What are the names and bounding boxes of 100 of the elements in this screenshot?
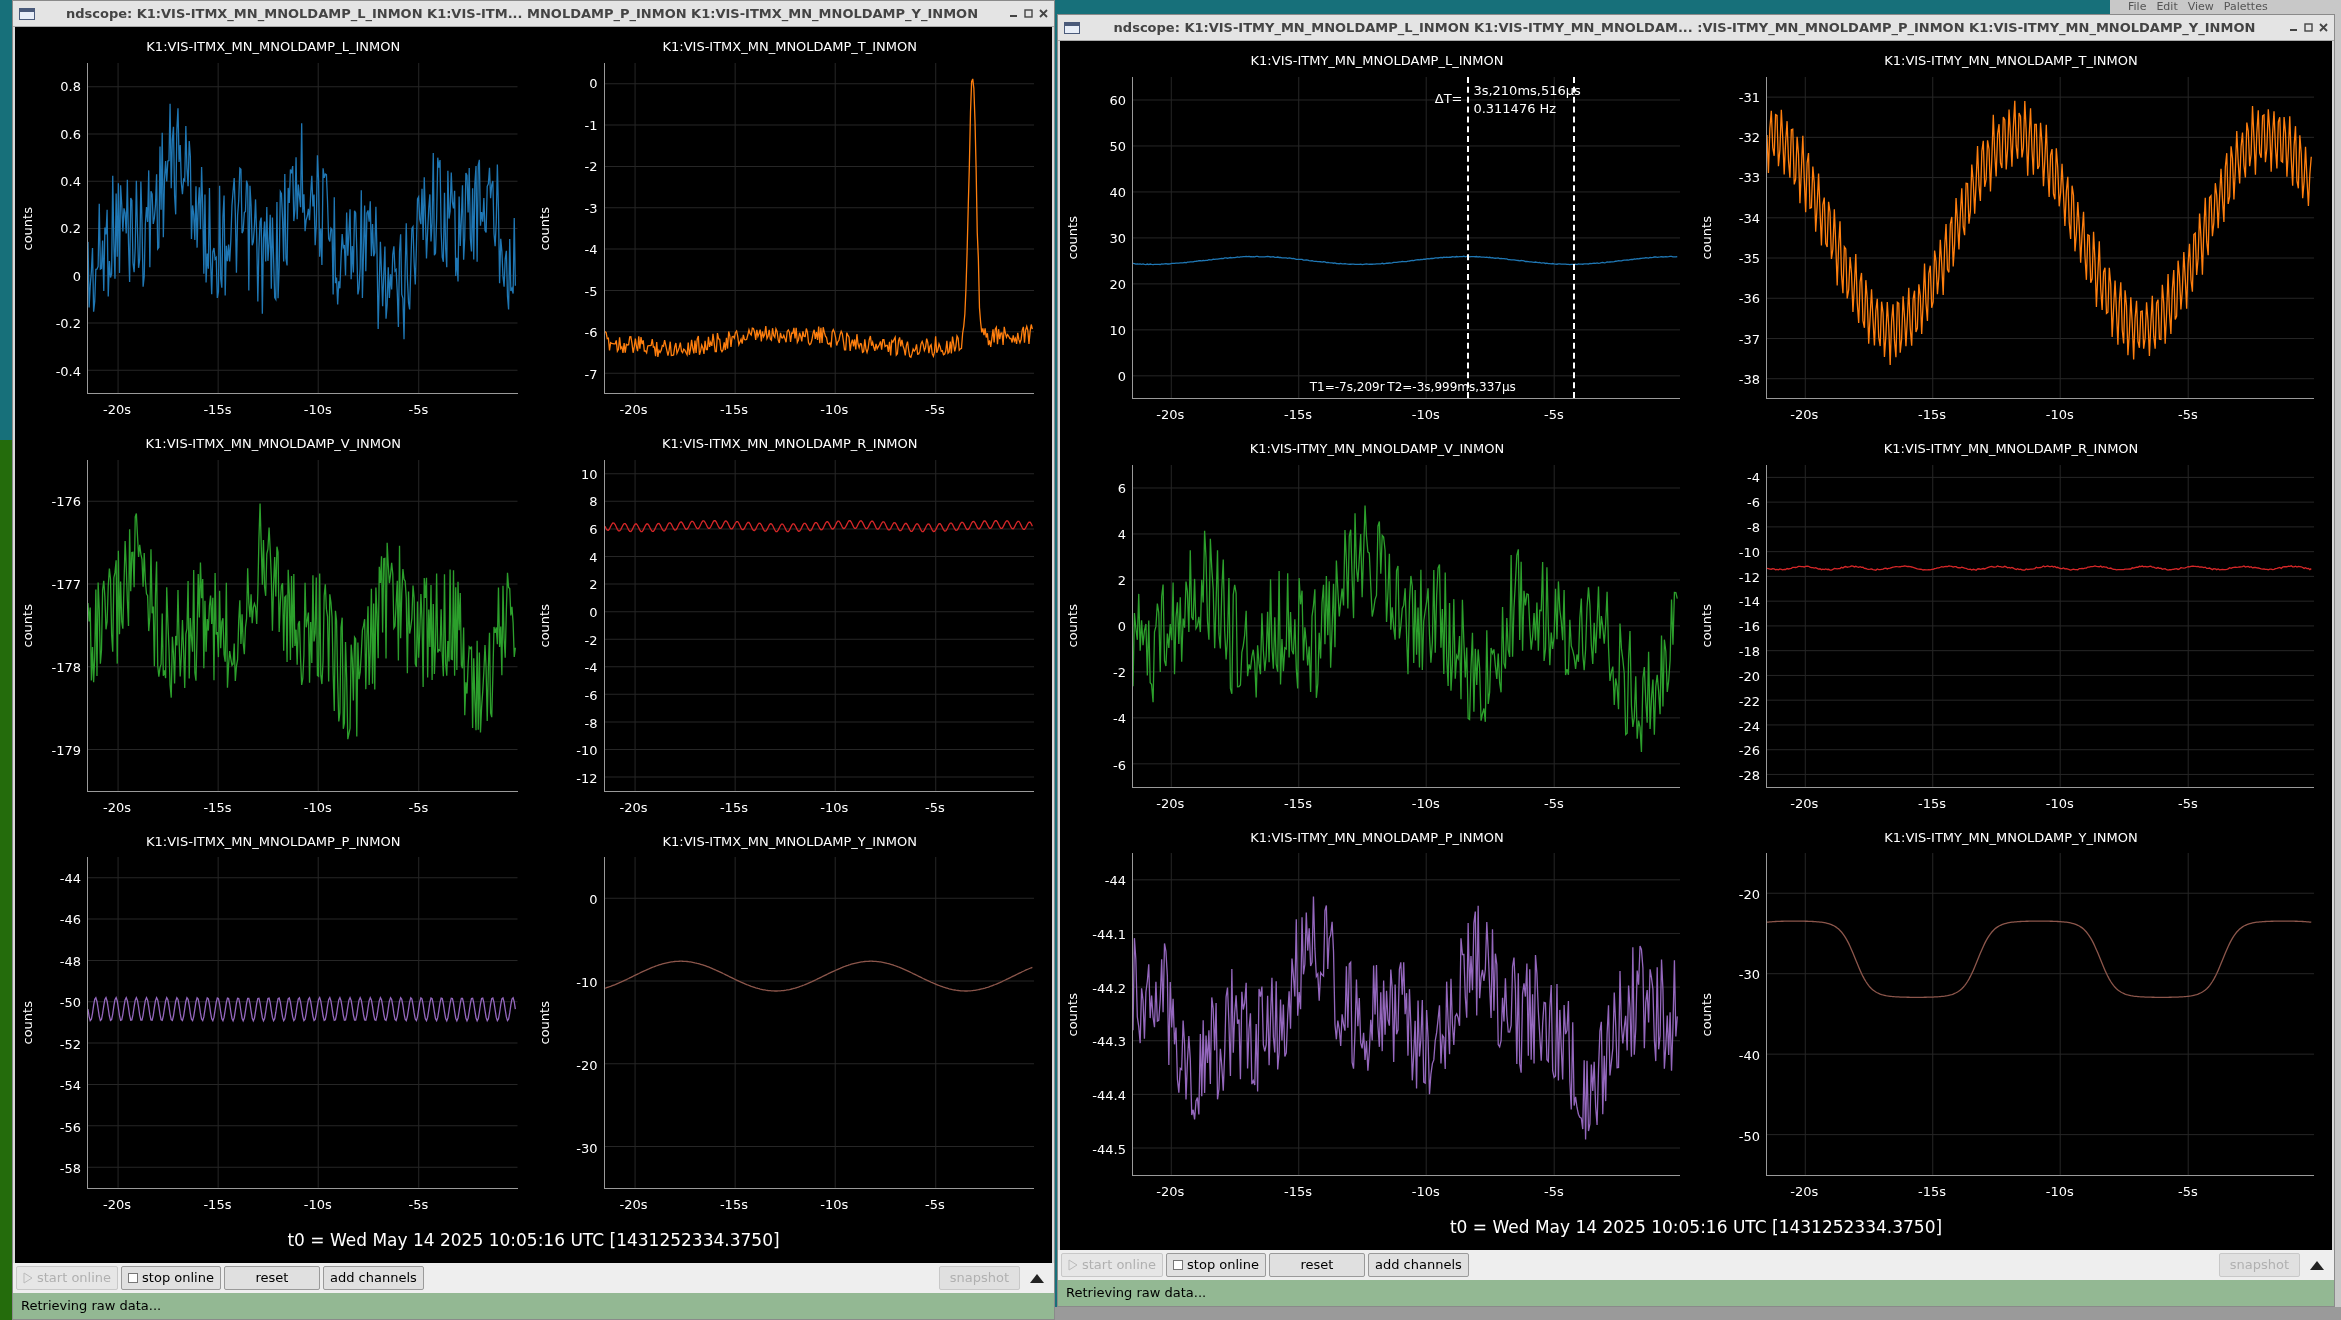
tick-label: -10s bbox=[2045, 406, 2074, 425]
toolbar-button[interactable]: stop online bbox=[1166, 1253, 1266, 1277]
close-icon[interactable] bbox=[1039, 9, 1048, 18]
plot-title: K1:VIS-ITMX_MN_MNOLDAMP_R_INMON bbox=[660, 435, 919, 454]
cursor-label: T2=-3s,999ms,337µs bbox=[1387, 379, 1516, 397]
tick-label: -36 bbox=[1738, 291, 1760, 305]
tick-label: -40 bbox=[1738, 1048, 1760, 1062]
tick-label: -5s bbox=[1544, 406, 1564, 425]
play-icon bbox=[23, 1272, 33, 1284]
tick-label: -44 bbox=[59, 871, 81, 885]
tick-label: -15s bbox=[203, 1196, 232, 1214]
tick-label: -44.3 bbox=[1092, 1034, 1126, 1048]
tick-label: -24 bbox=[1738, 719, 1760, 733]
status-text: Retrieving raw data... bbox=[21, 1297, 162, 1316]
tick-label: -46 bbox=[59, 912, 81, 926]
plot-title: K1:VIS-ITMY_MN_MNOLDAMP_P_INMON bbox=[1249, 828, 1505, 847]
tick-label: -58 bbox=[59, 1161, 81, 1175]
tick-label: 0.8 bbox=[60, 79, 81, 93]
tick-label: -4 bbox=[584, 242, 598, 256]
axis-label: counts bbox=[535, 604, 553, 648]
tick-label: -10s bbox=[1411, 406, 1440, 425]
tick-label: -20s bbox=[1790, 406, 1819, 425]
tick-label: -50 bbox=[1738, 1129, 1760, 1143]
cursor-label: T1=-7s,209r bbox=[1309, 379, 1385, 397]
toolbar-button[interactable]: reset bbox=[223, 1266, 320, 1290]
menu-item[interactable]: Edit bbox=[2156, 0, 2178, 13]
tick-label: -30 bbox=[1738, 967, 1760, 981]
toolbar-button[interactable]: add channels bbox=[1367, 1253, 1469, 1277]
tick-label: -10s bbox=[1411, 1183, 1440, 1201]
toolbar-button[interactable]: add channels bbox=[322, 1266, 424, 1290]
toolbar-button[interactable]: stop online bbox=[121, 1266, 221, 1290]
axis-label: counts bbox=[19, 1001, 37, 1045]
tick-label: -6 bbox=[584, 325, 598, 339]
plot-title: K1:VIS-ITMX_MN_MNOLDAMP_Y_INMON bbox=[661, 832, 918, 851]
tick-label: 0 bbox=[1117, 619, 1126, 633]
tick-label: -16 bbox=[1738, 619, 1760, 633]
tick-label: -8 bbox=[1747, 520, 1760, 534]
tick-label: -5s bbox=[408, 401, 429, 420]
tick-label: -15s bbox=[1918, 794, 1947, 813]
tick-label: -6 bbox=[1113, 758, 1126, 772]
close-icon[interactable] bbox=[2319, 23, 2328, 32]
cursor-label: ΔT= bbox=[1434, 89, 1463, 108]
tick-label: -10s bbox=[1411, 794, 1440, 813]
tick-label: -33 bbox=[1738, 170, 1760, 184]
tick-label: -179 bbox=[51, 743, 81, 757]
tick-label: 0 bbox=[72, 269, 81, 283]
tick-label: -5s bbox=[408, 1196, 429, 1214]
tick-label: -2 bbox=[584, 159, 598, 173]
tick-label: -15s bbox=[719, 798, 748, 817]
tick-label: -20 bbox=[576, 1058, 598, 1072]
triangle-up-icon bbox=[1030, 1273, 1044, 1283]
tick-label: -5s bbox=[925, 798, 945, 817]
tick-label: -20s bbox=[103, 401, 132, 420]
plot-title: K1:VIS-ITMY_MN_MNOLDAMP_T_INMON bbox=[1883, 52, 2139, 70]
axis-label: counts bbox=[535, 1001, 553, 1045]
tick-label: -15s bbox=[1918, 406, 1947, 425]
tick-label: -10 bbox=[576, 975, 598, 989]
tick-label: -10s bbox=[820, 798, 849, 817]
tick-label: -50 bbox=[59, 995, 81, 1009]
tick-label: -48 bbox=[59, 954, 81, 968]
menu-item[interactable]: View bbox=[2187, 0, 2214, 13]
plot-title: K1:VIS-ITMX_MN_MNOLDAMP_V_INMON bbox=[144, 435, 402, 454]
tick-label: -31 bbox=[1738, 90, 1760, 104]
tick-label: -20s bbox=[1156, 1183, 1185, 1201]
t0-label: t0 = Wed May 14 2025 10:05:16 UTC [1431252334.3750] bbox=[287, 1229, 780, 1253]
maximize-icon[interactable] bbox=[1024, 9, 1033, 18]
plot-title: K1:VIS-ITMY_MN_MNOLDAMP_V_INMON bbox=[1248, 440, 1506, 459]
menu-item[interactable]: File bbox=[2128, 0, 2147, 13]
tick-label: -10s bbox=[303, 1196, 332, 1214]
status-text: Retrieving raw data... bbox=[1066, 1284, 1207, 1303]
plot-title: K1:VIS-ITMX_MN_MNOLDAMP_T_INMON bbox=[661, 38, 918, 56]
tick-label: 2 bbox=[1117, 573, 1126, 587]
tick-label: -5s bbox=[2178, 1183, 2198, 1201]
tick-label: 40 bbox=[1109, 185, 1126, 199]
tick-label: -10s bbox=[820, 401, 849, 420]
tick-label: -10 bbox=[576, 743, 598, 757]
tick-label: -44 bbox=[1104, 873, 1126, 887]
tick-label: -44.2 bbox=[1092, 981, 1126, 995]
tick-label: -10 bbox=[1738, 545, 1760, 559]
maximize-icon[interactable] bbox=[2304, 23, 2313, 32]
tick-label: -20 bbox=[1738, 887, 1760, 900]
toolbar-button[interactable]: reset bbox=[1268, 1253, 1365, 1277]
tick-label: -4 bbox=[1747, 470, 1760, 484]
tick-label: -10s bbox=[820, 1196, 849, 1214]
tick-label: -28 bbox=[1738, 768, 1760, 782]
tick-label: -8 bbox=[584, 716, 598, 729]
tick-label: -10s bbox=[2045, 794, 2074, 813]
plot-title: K1:VIS-ITMY_MN_MNOLDAMP_L_INMON bbox=[1249, 52, 1505, 70]
tick-label: -4 bbox=[1113, 711, 1126, 725]
tick-label: 60 bbox=[1109, 93, 1126, 107]
tick-label: -0.4 bbox=[55, 364, 81, 378]
tick-label: 0 bbox=[589, 605, 598, 619]
tick-label: -34 bbox=[1738, 211, 1760, 225]
tick-label: -37 bbox=[1738, 332, 1760, 346]
tick-label: -20s bbox=[619, 401, 648, 420]
menu-item[interactable]: Palettes bbox=[2223, 0, 2268, 13]
tick-label: -22 bbox=[1738, 694, 1760, 708]
tick-label: -5s bbox=[2178, 794, 2198, 813]
tick-label: -18 bbox=[1738, 644, 1760, 658]
tick-label: 0.2 bbox=[60, 221, 81, 235]
